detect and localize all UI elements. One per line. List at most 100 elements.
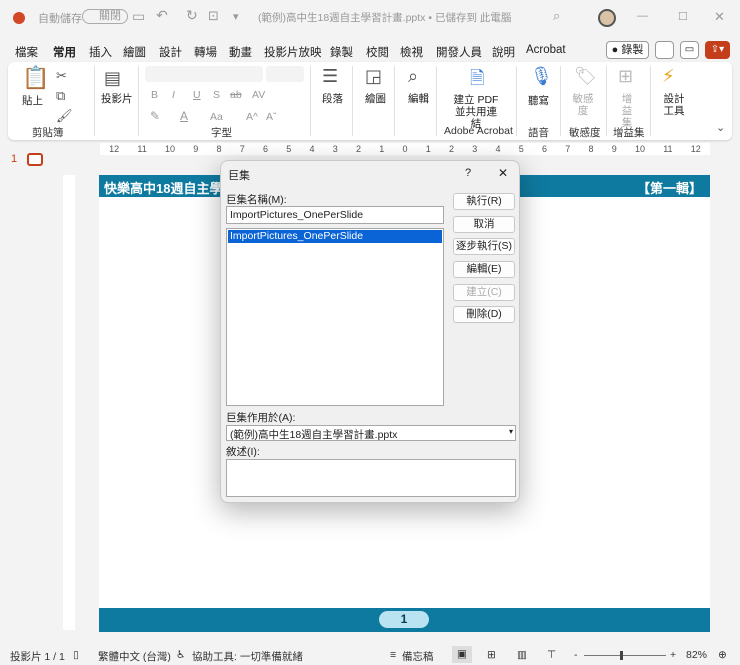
paragraph-icon[interactable]: ☰ [322, 66, 338, 86]
description-textarea[interactable] [226, 459, 516, 497]
run-button[interactable]: 執行(R) [453, 193, 515, 210]
dictate-button[interactable]: 聽寫 [528, 95, 549, 107]
slide-title[interactable]: 快樂高中18週自主學 [104, 178, 222, 197]
share-button[interactable]: ⇪▾ [705, 41, 730, 59]
delete-button[interactable]: 刪除(D) [453, 306, 515, 323]
ruler-tick: 4 [495, 144, 501, 154]
tab-home[interactable]: 常用 [53, 44, 76, 64]
camera-button[interactable] [655, 41, 674, 59]
drawing-icon[interactable]: ◲ [365, 66, 382, 86]
find-icon[interactable]: ⌕ [408, 66, 418, 86]
tab-record[interactable]: 錄製 [330, 44, 353, 60]
sensitivity-icon[interactable]: 🏷 [574, 66, 597, 86]
autosave-toggle[interactable]: 關閉 [82, 9, 128, 24]
zoom-out-button[interactable]: - [574, 649, 578, 661]
search-icon[interactable]: ⌕ [553, 8, 560, 24]
tab-insert[interactable]: 插入 [89, 44, 112, 60]
copy-icon[interactable]: ⧉ [56, 86, 65, 106]
bold-button[interactable]: B [151, 89, 158, 101]
new-slide-button[interactable]: 投影片 [101, 93, 133, 105]
notes-button[interactable]: 備忘稿 [402, 649, 434, 664]
normal-view-button[interactable]: ▣ [452, 646, 472, 663]
italic-button[interactable]: I [172, 89, 175, 101]
slide-sorter-button[interactable]: ⊞ [487, 649, 496, 661]
shrink-font-button[interactable]: Aˇ [266, 111, 277, 123]
collapse-ribbon-icon[interactable]: ⌄ [716, 118, 725, 138]
document-title[interactable]: (範例)高中生18週自主學習計畫.pptx • 已儲存到 此電腦 [258, 10, 511, 25]
undo-icon[interactable]: ↶ [156, 7, 168, 24]
macro-list[interactable]: ImportPictures_OnePerSlide [226, 228, 444, 406]
fit-to-window-icon[interactable]: ⊕ [718, 649, 727, 661]
slide-page-number[interactable]: 1 [379, 611, 429, 628]
tab-acrobat[interactable]: Acrobat [526, 44, 566, 56]
help-button[interactable]: ? [465, 167, 471, 179]
drawing-button[interactable]: 繪圖 [365, 93, 386, 105]
reading-view-button[interactable]: ▥ [517, 649, 527, 661]
tab-file[interactable]: 檔案 [15, 44, 38, 60]
tab-draw[interactable]: 繪圖 [123, 44, 146, 60]
highlight-icon[interactable]: ✎ [150, 106, 160, 126]
cancel-button[interactable]: 取消 [453, 216, 515, 233]
zoom-level[interactable]: 82% [686, 649, 707, 661]
zoom-slider-thumb[interactable] [620, 651, 623, 660]
shadow-button[interactable]: S [213, 89, 220, 101]
macro-name-input[interactable]: ImportPictures_OnePerSlide [226, 206, 444, 224]
tab-view[interactable]: 檢視 [400, 44, 423, 60]
tab-slideshow[interactable]: 投影片放映 [264, 44, 322, 60]
create-pdf-icon[interactable]: 🗎 [470, 68, 484, 88]
redo-icon[interactable]: ↻ [186, 7, 198, 24]
paragraph-button[interactable]: 段落 [322, 93, 343, 105]
font-color-icon[interactable]: A [180, 106, 188, 126]
tab-review[interactable]: 校閱 [366, 44, 389, 60]
save-icon[interactable]: ▭ [132, 8, 145, 25]
grow-font-button[interactable]: A^ [246, 111, 258, 123]
designer-button[interactable]: 設計工具 [663, 93, 685, 117]
present-icon[interactable]: ⊡ [208, 8, 219, 24]
microphone-icon[interactable]: 🎙 [530, 66, 553, 86]
paste-button[interactable]: 貼上 [22, 95, 43, 107]
notes-icon[interactable]: ≡ [390, 649, 396, 661]
cut-icon[interactable]: ✂ [56, 66, 67, 86]
char-spacing-button[interactable]: AV [252, 89, 265, 101]
strikethrough-button[interactable]: ab [230, 89, 242, 101]
paste-icon[interactable]: 📋 [22, 67, 49, 89]
font-name-select[interactable] [145, 66, 263, 82]
designer-icon[interactable]: ⚡ [662, 66, 675, 86]
font-size-select[interactable] [266, 66, 304, 82]
tab-design[interactable]: 設計 [159, 44, 182, 60]
user-avatar[interactable] [598, 9, 616, 27]
step-into-button[interactable]: 逐步執行(S) [453, 238, 515, 255]
slide-thumbnail[interactable] [27, 153, 43, 166]
language-status[interactable]: 繁體中文 (台灣) [98, 649, 171, 664]
edit-button[interactable]: 編輯(E) [453, 261, 515, 278]
create-button[interactable]: 建立(C) [453, 284, 515, 301]
addins-button[interactable]: 增益集 [620, 93, 634, 129]
editing-button[interactable]: 編輯 [408, 93, 429, 105]
accessibility-status[interactable]: 協助工具: 一切準備就緒 [192, 649, 303, 664]
tab-transitions[interactable]: 轉場 [194, 44, 217, 60]
sensitivity-button[interactable]: 敏感度 [572, 93, 594, 117]
zoom-in-button[interactable]: + [670, 649, 676, 661]
minimize-button[interactable]: — [637, 10, 648, 22]
tab-help[interactable]: 說明 [492, 44, 515, 60]
close-window-button[interactable]: ✕ [714, 9, 725, 25]
tab-animations[interactable]: 動畫 [229, 44, 252, 60]
tab-developer[interactable]: 開發人員 [436, 44, 482, 60]
macro-in-select[interactable]: (範例)高中生18週自主學習計畫.pptx ▾ [226, 425, 516, 441]
maximize-button[interactable]: ☐ [678, 10, 688, 23]
comments-button[interactable]: ▭ [680, 41, 699, 59]
slide-series-label[interactable]: 【第一輯】 [637, 178, 702, 197]
format-painter-icon[interactable]: 🖌 [56, 106, 73, 126]
accessibility-icon[interactable]: ♿ [176, 649, 185, 661]
spelling-icon[interactable]: ▯ [73, 649, 79, 661]
zoom-slider[interactable] [584, 651, 666, 660]
macro-list-item[interactable]: ImportPictures_OnePerSlide [228, 230, 442, 243]
slide-layout-icon[interactable]: ▤ [104, 68, 121, 88]
customize-qat-icon[interactable]: ▾ [233, 10, 239, 23]
close-dialog-button[interactable]: ✕ [498, 166, 508, 180]
underline-button[interactable]: U [193, 89, 201, 101]
record-button[interactable]: ● 錄製 [606, 41, 649, 59]
addins-icon[interactable]: ⊞ [618, 66, 633, 86]
slideshow-button[interactable]: ⊤ [547, 649, 556, 661]
change-case-button[interactable]: Aa [210, 111, 223, 123]
